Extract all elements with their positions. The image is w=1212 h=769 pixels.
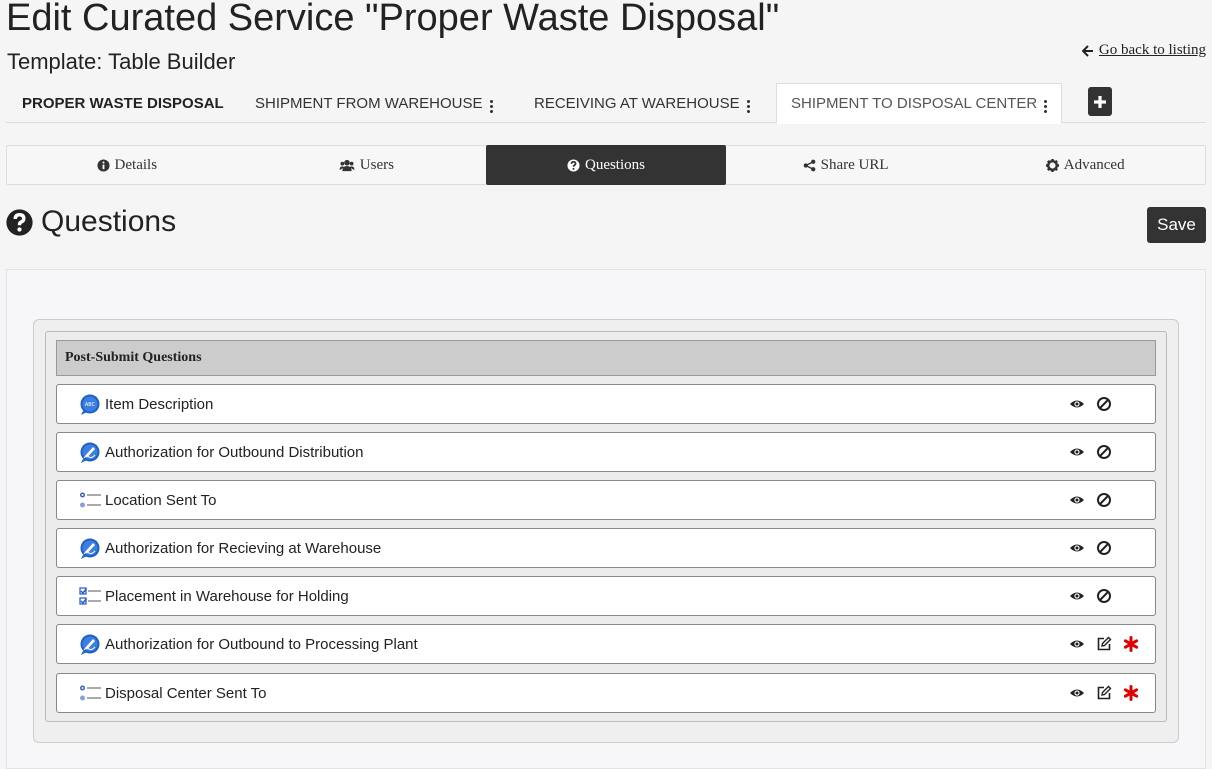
tab-shipment-from-warehouse[interactable]: SHIPMENT FROM WAREHOUSE xyxy=(255,83,493,123)
template-label: Template: Table Builder xyxy=(7,49,236,74)
radio-list-icon xyxy=(80,492,101,508)
users-icon xyxy=(339,159,355,171)
view-icon[interactable] xyxy=(1069,588,1085,604)
required-icon[interactable] xyxy=(1123,685,1139,701)
question-row-location-sent-to[interactable]: Location Sent To xyxy=(56,480,1156,520)
info-circle-icon xyxy=(97,158,110,172)
row-actions xyxy=(1069,492,1112,508)
back-link-label: Go back to listing xyxy=(1098,42,1206,58)
page-title: Edit Curated Service "Proper Waste Dispo… xyxy=(6,0,780,39)
question-row-disposal-center-sent-to[interactable]: Disposal Center Sent To xyxy=(56,673,1156,713)
question-row-placement-warehouse[interactable]: Placement in Warehouse for Holding xyxy=(56,576,1156,616)
required-icon[interactable] xyxy=(1123,636,1139,652)
question-label: Disposal Center Sent To xyxy=(105,684,267,702)
question-row-item-description[interactable]: ABC Item Description xyxy=(56,384,1156,424)
view-icon[interactable] xyxy=(1069,540,1085,556)
question-circle-icon xyxy=(6,208,33,236)
view-icon[interactable] xyxy=(1069,444,1085,460)
radio-list-icon xyxy=(80,685,101,701)
kebab-menu-icon[interactable] xyxy=(1044,100,1048,113)
question-label: Authorization for Recieving at Warehouse xyxy=(105,539,382,557)
nav-details[interactable]: Details xyxy=(7,146,247,184)
disabled-icon[interactable] xyxy=(1096,588,1112,604)
service-tabs: PROPER WASTE DISPOSAL SHIPMENT FROM WARE… xyxy=(6,83,1206,124)
edit-icon[interactable] xyxy=(1096,636,1112,652)
plus-icon xyxy=(1094,95,1106,108)
share-icon xyxy=(803,159,815,171)
disabled-icon[interactable] xyxy=(1096,444,1112,460)
question-label: Item Description xyxy=(105,395,214,413)
view-icon[interactable] xyxy=(1069,492,1085,508)
disabled-icon[interactable] xyxy=(1096,396,1112,412)
post-submit-header: Post-Submit Questions xyxy=(56,340,1156,376)
checkbox-list-icon xyxy=(79,587,101,605)
tab-label: SHIPMENT FROM WAREHOUSE xyxy=(255,94,483,112)
tab-receiving-at-warehouse[interactable]: RECEIVING AT WAREHOUSE xyxy=(534,83,750,123)
add-tab-button[interactable] xyxy=(1088,87,1112,116)
nav-questions-label: Questions xyxy=(584,156,645,173)
kebab-menu-icon[interactable] xyxy=(746,99,750,113)
row-actions xyxy=(1069,396,1112,412)
question-label: Location Sent To xyxy=(105,491,217,509)
question-circle-icon xyxy=(567,158,580,172)
tab-shipment-to-disposal-center[interactable]: SHIPMENT TO DISPOSAL CENTER xyxy=(776,83,1063,124)
svg-text:ABC: ABC xyxy=(85,402,96,408)
section-nav: Details Users Questions Share URL Advanc… xyxy=(6,145,1206,185)
row-actions xyxy=(1069,444,1112,460)
row-actions xyxy=(1069,540,1112,556)
view-icon[interactable] xyxy=(1069,396,1085,412)
disabled-icon[interactable] xyxy=(1096,492,1112,508)
row-actions xyxy=(1069,636,1139,652)
question-label: Authorization for Outbound to Processing… xyxy=(105,635,418,653)
question-row-auth-outbound-distribution[interactable]: Authorization for Outbound Distribution xyxy=(56,432,1156,472)
row-actions xyxy=(1069,685,1139,701)
nav-share-url[interactable]: Share URL xyxy=(726,146,966,184)
view-icon[interactable] xyxy=(1069,685,1085,701)
gear-icon xyxy=(1045,158,1059,172)
section-heading: Questions xyxy=(6,205,176,239)
view-icon[interactable] xyxy=(1069,636,1085,652)
nav-users[interactable]: Users xyxy=(247,146,487,184)
save-button[interactable]: Save xyxy=(1147,207,1206,243)
signature-bubble-icon xyxy=(80,442,100,463)
tab-label: SHIPMENT TO DISPOSAL CENTER xyxy=(791,95,1038,112)
kebab-menu-icon[interactable] xyxy=(489,99,493,113)
nav-share-url-label: Share URL xyxy=(820,156,889,173)
back-to-listing-link[interactable]: Go back to listing xyxy=(1081,42,1206,59)
nav-questions[interactable]: Questions xyxy=(486,145,726,185)
signature-bubble-icon xyxy=(80,634,100,655)
text-bubble-icon: ABC xyxy=(80,394,100,415)
nav-advanced-label: Advanced xyxy=(1063,156,1125,173)
question-row-auth-receiving-warehouse[interactable]: Authorization for Recieving at Warehouse xyxy=(56,528,1156,568)
section-heading-label: Questions xyxy=(41,205,177,238)
arrow-left-icon xyxy=(1081,44,1093,57)
row-actions xyxy=(1069,588,1112,604)
disabled-icon[interactable] xyxy=(1096,540,1112,556)
question-label: Placement in Warehouse for Holding xyxy=(105,587,349,605)
edit-icon[interactable] xyxy=(1096,685,1112,701)
tab-label: RECEIVING AT WAREHOUSE xyxy=(534,94,740,112)
question-label: Authorization for Outbound Distribution xyxy=(105,443,364,461)
tab-proper-waste-disposal[interactable]: PROPER WASTE DISPOSAL xyxy=(22,83,224,123)
question-row-auth-outbound-processing[interactable]: Authorization for Outbound to Processing… xyxy=(56,624,1156,664)
nav-users-label: Users xyxy=(359,156,394,173)
nav-advanced[interactable]: Advanced xyxy=(965,146,1205,184)
nav-details-label: Details xyxy=(114,156,158,173)
tab-label: PROPER WASTE DISPOSAL xyxy=(22,94,224,112)
signature-bubble-icon xyxy=(80,538,100,559)
